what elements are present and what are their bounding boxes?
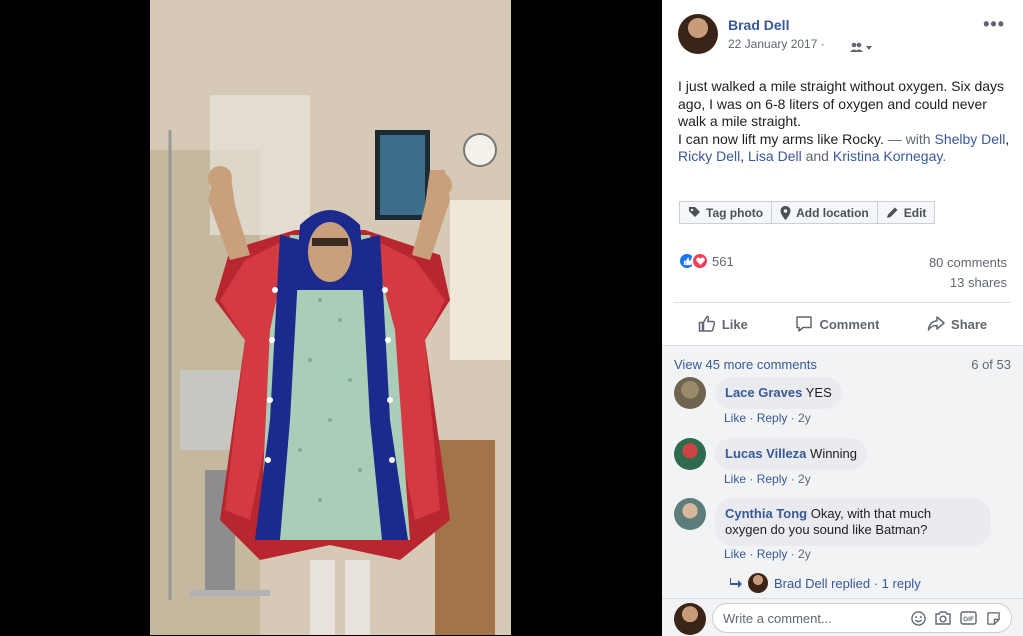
comment-like-link[interactable]: Like [724,411,746,425]
comment-input[interactable] [723,610,902,626]
tagged-shelby[interactable]: Shelby Dell [934,131,1005,147]
add-location-label: Add location [796,205,869,220]
tag-icon [688,206,701,219]
comment-label: Comment [819,316,880,332]
comment-reply-link[interactable]: Reply [757,472,788,486]
more-options-icon[interactable]: ••• [983,14,1005,35]
comment-like-link[interactable]: Like [724,547,746,561]
commenter-avatar[interactable] [674,438,706,470]
photo-tools: Tag photo Add location Edit [679,201,936,224]
replies-link[interactable]: Brad Dell replied · 1 reply [730,573,921,593]
share-button[interactable]: Share [927,315,987,333]
post-actions: Like Comment Share [674,305,1011,343]
photo-illustration [150,0,511,635]
post-text-rocky: I can now lift my arms like Rocky. [678,130,884,147]
audience-friends-icon[interactable] [850,39,872,57]
add-location-button[interactable]: Add location [771,201,878,224]
comment-icon [796,316,813,332]
commenter-avatar[interactable] [674,377,706,409]
post-date-text: 22 January 2017 [728,37,818,51]
comment-reply-link[interactable]: Reply [757,547,788,561]
divider [674,302,1011,303]
tagged-ricky[interactable]: Ricky Dell [678,148,740,164]
comments-count[interactable]: 80 comments [929,255,1007,270]
edit-label: Edit [903,205,927,220]
post-photo[interactable] [150,0,511,635]
like-button[interactable]: Like [698,315,748,333]
commenter-name[interactable]: Lucas Villeza [725,446,806,461]
and-label: and [805,148,829,164]
share-label: Share [951,316,988,332]
post-panel: Brad Dell 22 January 2017 · ••• I just w… [662,0,1023,636]
comment-button[interactable]: Comment [795,315,879,333]
post-text-line1: I just walked a mile straight without ox… [678,78,1005,129]
comment-meta: Like · Reply · 2y [724,411,811,425]
comment-composer: GIF [662,598,1023,636]
comment-text: YES [805,385,832,400]
comment-reply-link[interactable]: Reply [757,411,788,425]
photo-viewer [0,0,662,635]
sticker-icon[interactable] [986,611,1001,626]
emoji-icon[interactable] [911,610,926,626]
comment-bubble: Lace Graves YES [715,377,842,409]
pencil-icon [886,206,899,219]
comment-meta: Like · Reply · 2y [724,547,811,561]
view-more-comments[interactable]: View 45 more comments [674,357,817,372]
comment-text: Winning [810,446,858,461]
comment-like-link[interactable]: Like [724,472,746,486]
gif-icon[interactable]: GIF [960,611,977,625]
edit-button[interactable]: Edit [876,201,936,224]
comment-bubble: Cynthia Tong Okay, with that much oxygen … [715,498,991,546]
audience-separator: · [820,37,825,51]
comment-age[interactable]: 2y [798,411,811,425]
commenter-avatar[interactable] [674,498,706,530]
author-avatar[interactable] [678,14,718,54]
post-header: Brad Dell 22 January 2017 · [678,14,1023,56]
tag-photo-button[interactable]: Tag photo [679,201,773,224]
tag-photo-label: Tag photo [706,205,764,220]
comment-text-cont: oxygen do you sound like Batman? [725,522,928,537]
text-end: . [942,148,947,164]
with-label: — with [887,130,931,147]
comment-input-box: GIF [712,603,1012,633]
comments-pager: 6 of 53 [971,357,1011,372]
tagged-kristina[interactable]: Kristina Kornegay [833,148,942,164]
tagged-lisa[interactable]: Lisa Dell [748,148,802,164]
author-name[interactable]: Brad Dell [728,17,789,33]
post-text: I just walked a mile straight without ox… [678,78,1013,166]
comment-text: Okay, with that much [810,506,932,521]
share-icon [927,316,945,331]
post-date[interactable]: 22 January 2017 · [728,37,825,51]
reply-author-avatar [748,573,768,593]
shares-count[interactable]: 13 shares [929,275,1007,290]
comments-section: View 45 more comments 6 of 53 Lace Grave… [662,345,1023,636]
replied-name: Brad Dell replied [774,575,871,591]
commenter-name[interactable]: Cynthia Tong [725,506,807,521]
reply-arrow-icon [730,578,742,588]
thumbs-up-icon [698,315,715,332]
current-user-avatar [674,603,706,635]
reactions-summary[interactable]: 561 [678,252,734,270]
comment-age[interactable]: 2y [798,547,811,561]
reply-count: 1 reply [881,575,921,591]
like-label: Like [721,316,748,332]
location-pin-icon [780,205,791,220]
comment-meta: Like · Reply · 2y [724,472,811,486]
commenter-name[interactable]: Lace Graves [725,385,802,400]
reaction-count: 561 [712,253,734,269]
svg-text:GIF: GIF [963,616,974,623]
love-reaction-icon [691,252,709,270]
post-text-line2: I can now lift my arms like Rocky. — wit… [678,130,1010,165]
comment-age[interactable]: 2y [798,472,811,486]
camera-icon[interactable] [935,611,951,625]
engagement-counts: 80 comments 13 shares [929,255,1007,295]
comment-bubble: Lucas Villeza Winning [715,438,868,470]
